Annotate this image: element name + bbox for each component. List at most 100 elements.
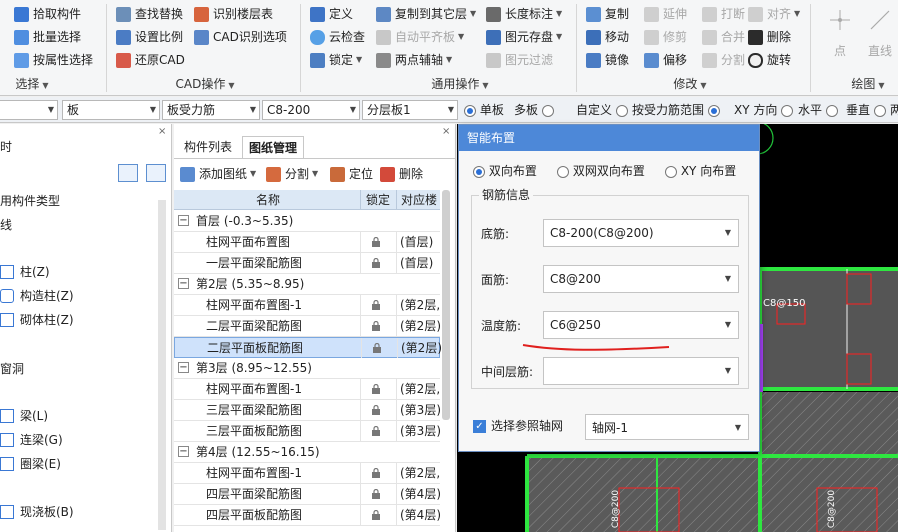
drawing-row[interactable]: 四层平面板配筋图 (第4层): [174, 505, 441, 526]
define-button[interactable]: 定义: [310, 4, 353, 24]
xy-direction-option[interactable]: XY 方向: [734, 102, 794, 118]
element-save-button[interactable]: 图元存盘 ▼: [486, 27, 562, 47]
lock-icon[interactable]: [372, 343, 382, 353]
lock-button[interactable]: 锁定 ▼: [310, 50, 362, 70]
lock-icon[interactable]: [371, 258, 381, 268]
header-floor[interactable]: 对应楼: [401, 190, 437, 210]
reference-axis-combo[interactable]: 轴网-1 ▼: [585, 414, 749, 440]
drawing-row[interactable]: 四层平面梁配筋图 (第4层): [174, 484, 441, 505]
floor-group-row[interactable]: − 首层 (-0.3~5.35): [174, 211, 440, 232]
tab-drawing-management[interactable]: 图纸管理: [242, 136, 305, 158]
collapse-icon[interactable]: −: [178, 278, 189, 289]
split-button[interactable]: 分割: [702, 50, 745, 70]
collapse-icon[interactable]: −: [178, 215, 189, 226]
split-drawing-button[interactable]: 分割 ▼: [266, 164, 318, 184]
by-rebar-range-option[interactable]: 按受力筋范围: [632, 102, 720, 118]
cloud-check-button[interactable]: 云检查: [310, 27, 365, 47]
layer-combo[interactable]: ▼: [0, 100, 58, 120]
delete-button[interactable]: 删除: [748, 27, 791, 47]
xy-layout-option[interactable]: XY 向布置: [665, 163, 736, 179]
coupling-beam-item[interactable]: 连梁(G): [0, 430, 63, 450]
merge-button[interactable]: 合并: [702, 27, 745, 47]
rotate-button[interactable]: 旋转: [748, 50, 791, 70]
two-way-layout-option[interactable]: 双向布置: [473, 163, 537, 179]
lock-icon[interactable]: [371, 405, 381, 415]
reference-axis-checkbox[interactable]: ✓: [473, 420, 486, 433]
break-button[interactable]: 打断: [702, 4, 745, 24]
delete-drawing-button[interactable]: 删除: [380, 164, 423, 184]
batch-select-button[interactable]: 批量选择: [14, 27, 81, 47]
trim-button[interactable]: 修剪: [644, 27, 687, 47]
drawing-row[interactable]: 三层平面板配筋图 (第3层): [174, 421, 441, 442]
offset-button[interactable]: 偏移: [644, 50, 687, 70]
group-label-cad[interactable]: CAD操作 ▼: [150, 75, 260, 93]
lock-icon[interactable]: [371, 510, 381, 520]
close-icon[interactable]: ×: [158, 126, 166, 137]
door-window-category[interactable]: 窗洞: [0, 360, 24, 377]
copy-button[interactable]: 复制: [586, 4, 629, 24]
floor-group-row[interactable]: − 第3层 (8.95~12.55): [174, 358, 440, 379]
lock-icon[interactable]: [371, 468, 381, 478]
lock-icon[interactable]: [371, 426, 381, 436]
drawing-row[interactable]: 二层平面板配筋图 (第2层): [174, 337, 442, 358]
beam-item[interactable]: 梁(L): [0, 406, 48, 426]
middle-rebar-combo[interactable]: ▼: [543, 357, 739, 385]
table-scrollbar[interactable]: [442, 190, 450, 420]
drawing-row[interactable]: 柱网平面布置图 (首层): [174, 232, 440, 253]
add-drawing-button[interactable]: 添加图纸 ▼: [180, 164, 256, 184]
pick-component-button[interactable]: 拾取构件: [14, 4, 81, 24]
column-item[interactable]: 柱(Z): [0, 262, 50, 282]
two-point-axis-button[interactable]: 两点辅轴 ▼: [376, 50, 452, 70]
move-button[interactable]: 移动: [586, 27, 629, 47]
drawing-row[interactable]: 一层平面梁配筋图 (首层): [174, 253, 440, 274]
rebar-type-combo[interactable]: 板受力筋 ▼: [162, 100, 260, 120]
floor-group-row[interactable]: − 第2层 (5.35~8.95): [174, 274, 440, 295]
ring-beam-item[interactable]: 圈梁(E): [0, 454, 61, 474]
locate-button[interactable]: 定位: [330, 164, 373, 184]
header-lock[interactable]: 锁定: [366, 190, 390, 210]
element-filter-button[interactable]: 图元过滤: [486, 50, 553, 70]
grid-view-icon[interactable]: [146, 164, 166, 182]
component-type-combo[interactable]: 板 ▼: [62, 100, 160, 120]
single-slab-option[interactable]: 单板: [464, 102, 504, 118]
vertical-option[interactable]: 垂直: [846, 102, 886, 118]
double-net-two-way-option[interactable]: 双网双向布置: [557, 163, 645, 179]
group-label-modify[interactable]: 修改 ▼: [650, 75, 730, 93]
find-replace-button[interactable]: 查找替换: [116, 4, 183, 24]
identify-floor-table-button[interactable]: 识别楼层表: [194, 4, 273, 24]
group-label-draw[interactable]: 绘图 ▼: [838, 75, 898, 93]
cast-slab-item[interactable]: 现浇板(B): [0, 502, 74, 522]
mirror-button[interactable]: 镜像: [586, 50, 629, 70]
tab-component-list[interactable]: 构件列表: [178, 136, 238, 158]
top-rebar-combo[interactable]: C8@200 ▼: [543, 265, 739, 293]
collapse-icon[interactable]: −: [178, 446, 189, 457]
custom-option[interactable]: 自定义: [576, 102, 628, 118]
lock-icon[interactable]: [371, 384, 381, 394]
horizontal-option[interactable]: 水平: [798, 102, 838, 118]
restore-cad-button[interactable]: 还原CAD: [116, 50, 185, 70]
lock-icon[interactable]: [371, 237, 381, 247]
axis-line-category[interactable]: 线: [0, 216, 12, 233]
list-view-icon[interactable]: [118, 164, 138, 182]
group-label-general[interactable]: 通用操作 ▼: [400, 75, 520, 93]
multi-slab-option[interactable]: 多板: [514, 102, 554, 118]
temperature-rebar-combo[interactable]: C6@250 ▼: [543, 311, 739, 339]
rebar-spec-combo[interactable]: C8-200 ▼: [262, 100, 360, 120]
header-name[interactable]: 名称: [256, 190, 280, 210]
length-dimension-button[interactable]: 长度标注 ▼: [486, 4, 562, 24]
set-scale-button[interactable]: 设置比例: [116, 27, 183, 47]
cad-identify-options-button[interactable]: CAD识别选项: [194, 27, 287, 47]
group-label-select[interactable]: 选择 ▼: [2, 75, 62, 93]
lock-icon[interactable]: [371, 321, 381, 331]
bottom-rebar-combo[interactable]: C8-200(C8@200) ▼: [543, 219, 739, 247]
collapse-icon[interactable]: −: [178, 362, 189, 373]
line-button[interactable]: 直线: [868, 42, 892, 59]
select-by-property-button[interactable]: 按属性选择: [14, 50, 93, 70]
copy-to-other-floor-button[interactable]: 复制到其它层 ▼: [376, 4, 476, 24]
drawing-row[interactable]: 二层平面梁配筋图 (第2层): [174, 316, 441, 337]
close-icon[interactable]: ×: [442, 126, 450, 137]
extend-button[interactable]: 延伸: [644, 4, 687, 24]
masonry-column-item[interactable]: 砌体柱(Z): [0, 310, 74, 330]
lock-icon[interactable]: [371, 300, 381, 310]
left-scrollbar[interactable]: [158, 200, 166, 530]
